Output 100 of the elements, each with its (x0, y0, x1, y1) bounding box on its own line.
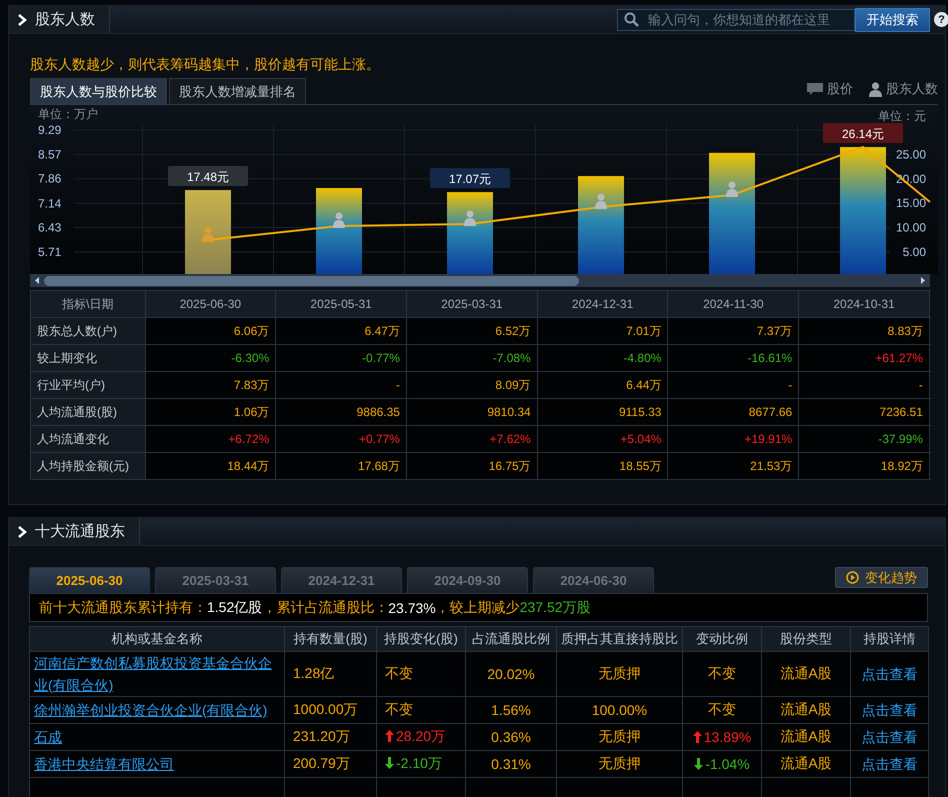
table-cell: 7.01万 (537, 318, 668, 344)
table-cell: 0.36% (466, 724, 556, 750)
table-cell: 无质押 (556, 724, 682, 750)
table-cell: - (276, 372, 406, 398)
table-header: 2025-05-31 (276, 290, 406, 318)
legend-label: 股东人数 (886, 80, 938, 98)
table-cell: 18.44万 (145, 452, 276, 480)
table-cell: 1.28亿 (284, 652, 376, 696)
person-icon (202, 226, 214, 242)
table-header: 股份类型 (762, 626, 850, 652)
table-cell: -16.61% (668, 344, 799, 372)
cell-text: -1.04% (705, 756, 750, 772)
table-cell: 1.06万 (145, 398, 276, 426)
price-tooltip: 26.14元 (823, 123, 903, 144)
table-cell: 16.75万 (406, 452, 538, 480)
table-cell: - (668, 372, 799, 398)
table-cell: -0.77% (276, 344, 406, 372)
table-cell: 200.79万 (284, 750, 376, 778)
table-cell: 人均流通变化 (30, 426, 146, 452)
table-header: 2025-03-31 (406, 290, 538, 318)
table-cell: 人均持股金额(元) (30, 452, 146, 480)
table-header: 指标\日期 (30, 290, 146, 318)
table-cell: 1.56% (466, 696, 556, 724)
cell-text: 不变 (708, 701, 736, 717)
search-icon (624, 12, 640, 28)
table-cell: 7.83万 (145, 372, 276, 398)
table-cell: +7.62% (406, 426, 538, 452)
person-icon (464, 210, 476, 226)
unit-label: 单位：万户 (38, 107, 98, 121)
axis-tick: 10.00 (896, 220, 926, 235)
table-header: 2024-11-30 (668, 290, 799, 318)
cell-text: 13.89% (704, 729, 752, 745)
table-cell: 9886.35 (276, 398, 406, 426)
help-button[interactable]: ? (934, 12, 948, 27)
table-header: 质押占其直接持股比 (556, 626, 682, 652)
table-cell: 人均流通股(股) (30, 398, 146, 426)
table-cell: 7.37万 (668, 318, 799, 344)
table-cell: +61.27% (798, 344, 930, 372)
tab[interactable]: 股东人数与股价比较 (30, 78, 167, 104)
axis-tick: 8.57 (38, 148, 62, 162)
table-cell: +19.91% (668, 426, 799, 452)
axis-tick: 5.00 (902, 245, 926, 259)
table-cell: - (798, 372, 930, 398)
table-cell: 行业平均(户) (30, 372, 146, 398)
price-tooltip: 17.48元 (168, 166, 248, 186)
search-field[interactable]: 输入问句，你想知道的都在这里 (617, 8, 855, 30)
trend-button[interactable]: 变化趋势 (835, 567, 928, 588)
table-cell: 无质押 (556, 652, 682, 696)
cell-text: 28.20万 (396, 728, 446, 744)
axis-tick: 7.86 (38, 172, 62, 186)
arrow-up-icon (385, 730, 394, 742)
axis-tick: 15.00 (896, 196, 926, 210)
comment-icon (807, 83, 823, 95)
person-icon (869, 82, 882, 96)
date-tab[interactable]: 2025-06-30 (29, 567, 150, 593)
table-cell: 6.06万 (145, 318, 276, 344)
table-cell: 6.47万 (276, 318, 406, 344)
summary-text: 前十大流通股东累计持有：1.52亿股，累计占流通股比：23.73%，较上期减少237.52万股 (29, 593, 928, 622)
table-header: 持有数量(股) (284, 626, 376, 652)
axis-tick: 9.29 (38, 123, 62, 137)
arrow-up-icon (692, 731, 702, 743)
table-header: 2024-10-31 (798, 290, 930, 318)
table-cell: -6.30% (145, 344, 276, 372)
table-cell: 6.44万 (537, 372, 668, 398)
tab[interactable]: 股东人数增减量排名 (169, 78, 306, 104)
unit-label: 单位：元 (878, 109, 926, 123)
table-cell: +0.77% (276, 426, 406, 452)
arrow-down-icon (694, 758, 704, 770)
table-cell: 流通A股 (762, 724, 850, 750)
scroll-thumb[interactable] (44, 276, 579, 286)
table-cell: 20.02% (466, 652, 556, 696)
table-header: 持股详情 (850, 626, 928, 652)
table-cell: 1000.00万 (284, 696, 376, 724)
table-cell: 流通A股 (762, 696, 850, 724)
scroll-right-icon[interactable] (921, 277, 925, 284)
axis-tick: 25.00 (896, 147, 926, 162)
table-cell: -37.99% (798, 426, 930, 452)
axis-tick: 6.43 (38, 220, 62, 234)
scroll-left-icon[interactable] (35, 277, 39, 284)
table-header: 持股变化(股) (376, 626, 466, 652)
person-icon (333, 212, 345, 228)
table-header: 占流通股比例 (466, 626, 556, 652)
chevron-icon (17, 14, 27, 26)
search-button[interactable]: 开始搜索 (855, 8, 930, 32)
table-cell: 流通A股 (762, 652, 850, 696)
section-title: 十大流通股东 (35, 522, 125, 541)
arrow-down-icon (385, 757, 394, 769)
table-cell: 7236.51 (798, 398, 930, 426)
cell-text: 不变 (708, 665, 736, 681)
table-cell: 18.55万 (537, 452, 668, 480)
note-text: 股东人数越少，则代表筹码越集中，股价越有可能上涨。 (30, 56, 381, 74)
axis-tick: 5.71 (38, 245, 62, 259)
table-cell: 100.00% (556, 696, 682, 724)
table-cell: +6.72% (145, 426, 276, 452)
table-cell: 无质押 (556, 750, 682, 778)
table-cell: +5.04% (537, 426, 668, 452)
table-cell: 较上期变化 (30, 344, 146, 372)
chevron-icon (17, 526, 27, 538)
table-cell: 18.92万 (798, 452, 930, 480)
cell-text: -2.10万 (396, 755, 442, 771)
